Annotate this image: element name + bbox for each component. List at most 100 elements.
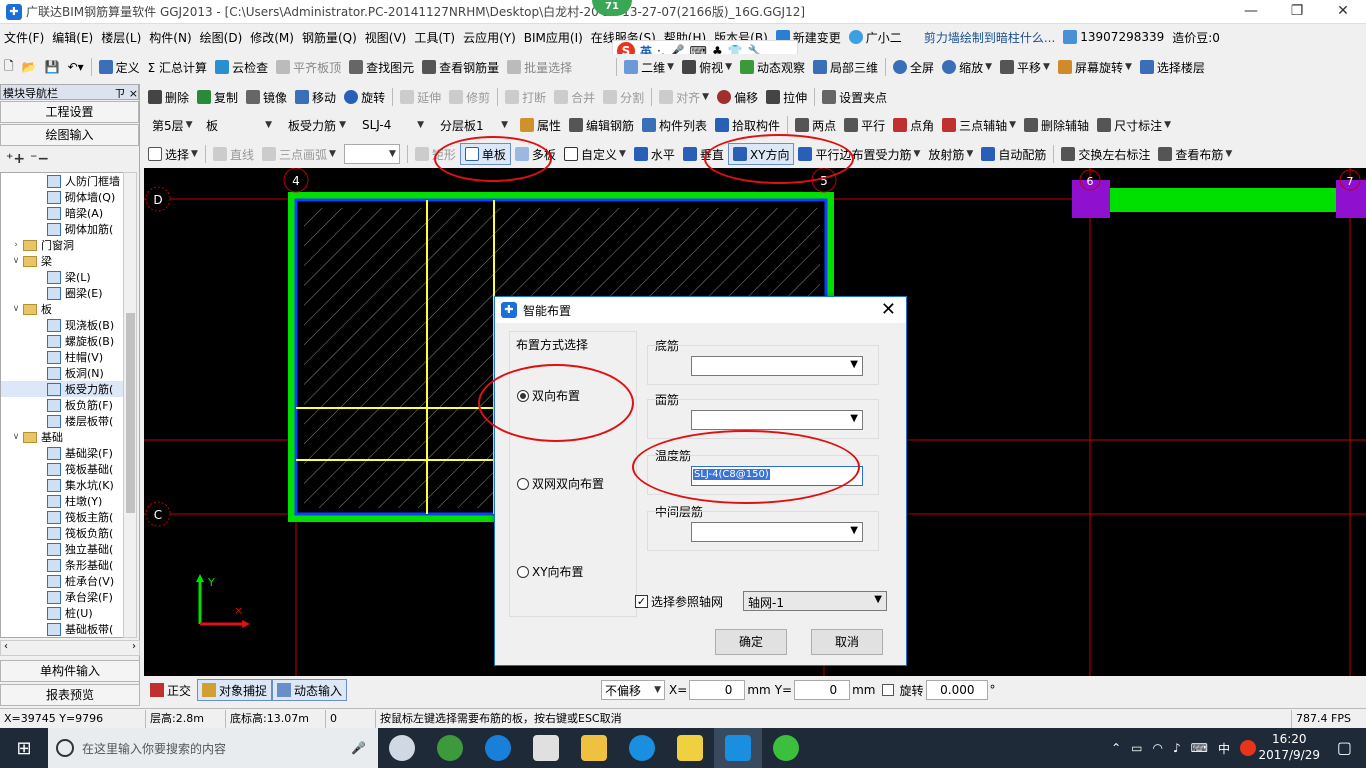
minimize-icon[interactable]: — — [1228, 0, 1274, 24]
rotate-button[interactable]: 旋转 — [340, 86, 389, 108]
local-3d-button[interactable]: 局部三维 — [809, 56, 882, 78]
tree-item[interactable]: 砌体加筋( — [1, 221, 123, 237]
tree-toggle-icon[interactable]: ∨ — [11, 432, 21, 442]
menu-file[interactable]: 文件(F) — [0, 26, 48, 48]
taskview-icon[interactable] — [378, 728, 426, 768]
swap-label-button[interactable]: 交换左右标注 — [1057, 143, 1154, 165]
report-preview-button[interactable]: 报表预览 — [0, 684, 140, 706]
tree-item[interactable]: 板洞(N) — [1, 365, 123, 381]
restore-icon[interactable]: ❐ — [1274, 0, 1320, 24]
view-layout-dropdown[interactable]: 查看布筋 ▼ — [1154, 143, 1236, 165]
nav-pin[interactable]: ㄗ × — [114, 85, 138, 100]
tree-item[interactable]: 筏板基础( — [1, 461, 123, 477]
layer-select[interactable]: 分层板1 ▼ — [436, 115, 512, 135]
subtype-select[interactable]: 板受力筋 ▼ — [284, 115, 350, 135]
ref-axis-checkbox[interactable]: ✓ 选择参照轴网 — [635, 593, 723, 610]
ok-button[interactable]: 确定 — [715, 629, 787, 655]
menu-floor[interactable]: 楼层(L) — [97, 26, 145, 48]
green-app-icon[interactable] — [762, 728, 810, 768]
dimension-dropdown[interactable]: 尺寸标注 ▼ — [1093, 114, 1175, 136]
summary-calc-button[interactable]: Σ 汇总计算 — [144, 56, 211, 78]
ime-lang-indicator[interactable]: 中 — [1218, 740, 1230, 757]
menu-draw[interactable]: 绘图(D) — [196, 26, 247, 48]
checkbox-check-icon[interactable]: ✓ — [635, 595, 648, 608]
tree-item[interactable]: 集水坑(K) — [1, 477, 123, 493]
auto-rebar-button[interactable]: 自动配筋 — [977, 143, 1050, 165]
zoom-dropdown[interactable]: 缩放 ▼ — [938, 56, 996, 78]
split-button[interactable]: 分割 — [599, 86, 648, 108]
tree-item[interactable]: 暗梁(A) — [1, 205, 123, 221]
mirror-button[interactable]: 镜像 — [242, 86, 291, 108]
select-floor-button[interactable]: 选择楼层 — [1136, 56, 1209, 78]
ortho-toggle[interactable]: 正交 — [144, 682, 197, 699]
tree-scrollbar[interactable] — [123, 172, 137, 638]
project-settings-button[interactable]: 工程设置 — [0, 101, 139, 123]
batch-select-button[interactable]: 批量选择 — [503, 56, 576, 78]
wifi-icon[interactable]: ◠ — [1153, 741, 1163, 755]
fullscreen-button[interactable]: 全屏 — [889, 56, 938, 78]
rotate-input[interactable]: 0.000 — [925, 680, 988, 700]
tree-folder[interactable]: › 门窗洞 — [1, 237, 123, 253]
code-select[interactable]: SLJ-4 ▼ — [358, 115, 428, 135]
glodon-g-icon[interactable] — [618, 728, 666, 768]
sogou-tray-icon[interactable] — [1240, 740, 1256, 756]
ref-axis-select[interactable]: 轴网-1 ▼ — [743, 591, 887, 611]
help-hint-link[interactable]: 剪力墙绘制到暗柱什么... — [920, 26, 1059, 48]
menu-component[interactable]: 构件(N) — [145, 26, 195, 48]
merge-button[interactable]: 合并 — [550, 86, 599, 108]
menu-rebar[interactable]: 钢筋量(Q) — [298, 26, 361, 48]
tree-item[interactable]: 现浇板(B) — [1, 317, 123, 333]
component-list-button[interactable]: 构件列表 — [638, 114, 711, 136]
tree-item[interactable]: 圈梁(E) — [1, 285, 123, 301]
dialog-close-icon[interactable]: ✕ — [881, 299, 896, 320]
explorer-icon[interactable] — [570, 728, 618, 768]
stretch-button[interactable]: 拉伸 — [762, 86, 811, 108]
tree-item[interactable]: 螺旋板(B) — [1, 333, 123, 349]
notification-icon[interactable]: ▢ — [1337, 738, 1352, 757]
tree-item[interactable]: 承台梁(F) — [1, 589, 123, 605]
move-button[interactable]: 移动 — [291, 86, 340, 108]
view-rebar-button[interactable]: 查看钢筋量 — [418, 56, 503, 78]
set-grip-button[interactable]: 设置夹点 — [818, 86, 891, 108]
radial-dropdown[interactable]: 放射筋 ▼ — [924, 143, 977, 165]
tree-item[interactable]: 砌体墙(Q) — [1, 189, 123, 205]
offset-button[interactable]: 偏移 — [713, 86, 762, 108]
radio-double-net[interactable]: 双网双向布置 — [517, 475, 604, 492]
rotate-screen-dropdown[interactable]: 屏幕旋转 ▼ — [1054, 56, 1136, 78]
pan-dropdown[interactable]: 平移 ▼ — [996, 56, 1054, 78]
scroll-thumb[interactable] — [126, 313, 135, 513]
tree-item[interactable]: 独立基础( — [1, 541, 123, 557]
user-account[interactable]: 13907298339 — [1059, 26, 1168, 48]
taskbar-search[interactable]: 在这里输入你要搜索的内容 🎤 — [48, 728, 378, 768]
point-angle-button[interactable]: 点角 — [889, 114, 938, 136]
tree-folder[interactable]: ∨ 梁 — [1, 253, 123, 269]
menu-edit[interactable]: 编辑(E) — [48, 26, 97, 48]
assistant-button[interactable]: 广小二 — [845, 26, 906, 48]
cost-bean[interactable]: 造价豆:0 — [1168, 26, 1224, 48]
copy-button[interactable]: 复制 — [193, 86, 242, 108]
undo-icon[interactable]: ↶▾ — [64, 56, 88, 78]
radio-dot[interactable] — [517, 477, 529, 490]
cloud-check-button[interactable]: 云检查 — [211, 56, 272, 78]
rotate-checkbox[interactable] — [881, 684, 894, 696]
taskbar-clock[interactable]: 16:20 2017/9/29 — [1258, 731, 1320, 763]
tree-item[interactable]: 楼层板带( — [1, 413, 123, 429]
find-element-button[interactable]: 查找图元 — [345, 56, 418, 78]
keyboard-icon[interactable]: ⌨ — [1191, 741, 1208, 755]
tree-expand-collapse[interactable]: ⁺+ ⁻− — [0, 147, 139, 171]
property-button[interactable]: 属性 — [516, 114, 565, 136]
bottom-rebar-select[interactable]: ▼ — [691, 356, 863, 376]
offset-select[interactable]: 不偏移 ▼ — [601, 680, 666, 700]
notes-icon[interactable] — [666, 728, 714, 768]
delete-button[interactable]: 删除 — [144, 86, 193, 108]
tree-hscrollbar[interactable]: ‹ › — [0, 640, 140, 656]
tree-folder[interactable]: ∨ 基础 — [1, 429, 123, 445]
mid-rebar-select[interactable]: ▼ — [691, 522, 863, 542]
tree-item[interactable]: 基础板带( — [1, 621, 123, 637]
browser-360-icon[interactable] — [426, 728, 474, 768]
collapse-icon[interactable]: ⁻− — [30, 151, 49, 167]
tree-item[interactable]: 梁(L) — [1, 269, 123, 285]
menu-modify[interactable]: 修改(M) — [246, 26, 298, 48]
tree-item[interactable]: 条形基础( — [1, 557, 123, 573]
store-icon[interactable] — [522, 728, 570, 768]
